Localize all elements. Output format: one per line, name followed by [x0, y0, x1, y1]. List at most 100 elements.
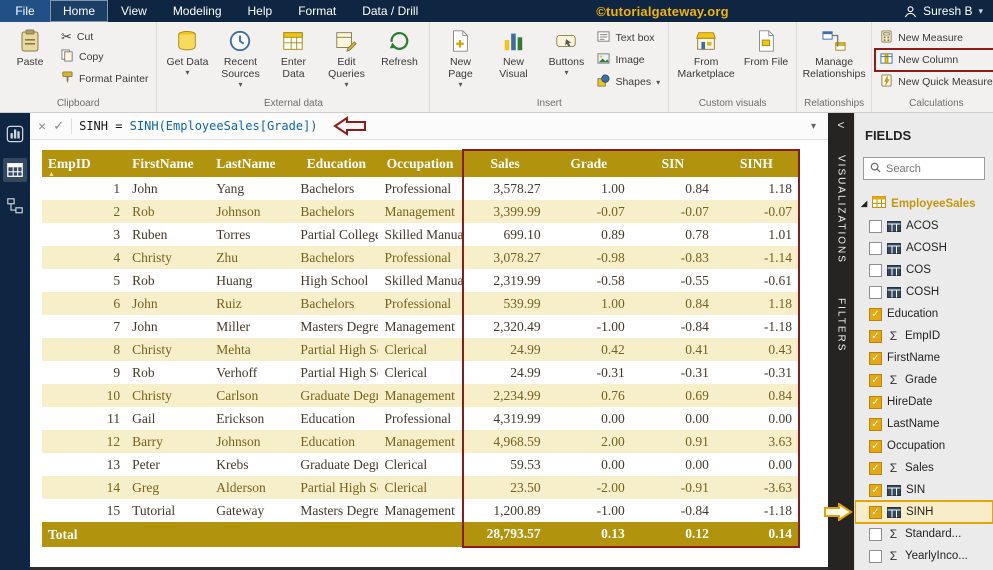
field-item-cos[interactable]: COS: [855, 259, 993, 281]
column-header-occupation[interactable]: Occupation: [378, 150, 463, 177]
report-view-button[interactable]: [3, 122, 27, 146]
from-file-button[interactable]: From File: [741, 25, 791, 69]
table-node-employeesales[interactable]: ◢ EmployeeSales: [855, 192, 993, 215]
column-header-sin[interactable]: SIN: [630, 149, 715, 177]
paste-button[interactable]: Paste: [5, 25, 55, 69]
field-item-acosh[interactable]: ACOSH: [855, 237, 993, 259]
shapes-button[interactable]: Shapes ▾: [594, 73, 663, 91]
cancel-formula-icon[interactable]: ×: [38, 118, 46, 134]
dax-formula-input[interactable]: SINH = SINH(EmployeeSales[Grade]): [79, 119, 317, 133]
field-item-firstname[interactable]: ✓ FirstName: [855, 347, 993, 369]
visualizations-panel-tab[interactable]: VISUALIZATIONS: [836, 155, 847, 264]
field-checkbox[interactable]: ✓: [869, 417, 882, 431]
field-checkbox[interactable]: [869, 241, 882, 255]
column-header-lastname[interactable]: LastName: [210, 150, 295, 177]
file-menu-button[interactable]: File: [0, 0, 50, 22]
expand-formula-bar-icon[interactable]: ▾: [811, 121, 820, 132]
field-checkbox[interactable]: ✓: [869, 395, 882, 409]
column-header-grade[interactable]: Grade: [546, 149, 631, 177]
column-header-sinh[interactable]: SINH: [714, 149, 801, 177]
edit-queries-button[interactable]: Edit Queries ▾: [321, 25, 371, 89]
field-item-lastname[interactable]: ✓ LastName: [855, 413, 993, 435]
table-row[interactable]: 15 Tutorial Gateway Masters Degree Managemen…: [42, 499, 801, 522]
field-item-standard[interactable]: Σ Standard...: [855, 523, 993, 545]
manage-relationships-button[interactable]: Manage Relationships: [802, 25, 866, 81]
field-item-education[interactable]: ✓ Education: [855, 303, 993, 325]
field-checkbox[interactable]: ✓: [869, 351, 882, 365]
field-item-sales[interactable]: ✓ Σ Sales: [855, 457, 993, 479]
field-checkbox[interactable]: [869, 527, 882, 541]
get-data-button[interactable]: Get Data ▾: [162, 25, 212, 77]
field-item-sin[interactable]: ✓ SIN: [855, 479, 993, 501]
from-marketplace-button[interactable]: From Marketplace: [674, 25, 738, 81]
field-checkbox[interactable]: [869, 263, 882, 277]
copy-button[interactable]: Copy: [58, 48, 151, 66]
recent-sources-button[interactable]: Recent Sources ▾: [215, 25, 265, 89]
user-account[interactable]: Suresh B ▾: [904, 4, 993, 18]
model-view-button[interactable]: [3, 194, 27, 218]
field-checkbox[interactable]: ✓: [869, 307, 882, 321]
table-row[interactable]: 13 Peter Krebs Graduate Degree Clerical 59.53…: [42, 453, 801, 476]
field-item-acos[interactable]: ACOS: [855, 215, 993, 237]
enter-data-button[interactable]: Enter Data: [268, 25, 318, 81]
menu-tab-modeling[interactable]: Modeling: [160, 0, 235, 22]
new-quick-measure-button[interactable]: New Quick Measure: [877, 73, 993, 91]
menu-tab-help[interactable]: Help: [235, 0, 286, 22]
table-row[interactable]: 6 John Ruiz Bachelors Professional 539.99 1.00…: [42, 292, 801, 315]
column-header-firstname[interactable]: FirstName: [126, 150, 211, 177]
column-header-empid[interactable]: EmpID ▲: [42, 150, 127, 178]
collapse-table-icon[interactable]: ◢: [861, 199, 867, 208]
format-painter-button[interactable]: Format Painter: [58, 70, 151, 88]
fields-search-box[interactable]: [863, 157, 985, 180]
table-row[interactable]: 4 Christy Zhu Bachelors Professional 3,078.27…: [42, 246, 801, 269]
data-view-button[interactable]: [3, 158, 27, 182]
search-input[interactable]: [886, 162, 978, 175]
table-row[interactable]: 5 Rob Huang High School Skilled Manual 2,319.…: [42, 269, 801, 292]
field-checkbox[interactable]: [869, 285, 882, 299]
table-row[interactable]: 8ChristyMehtaPartial High SchoolClerical…: [42, 338, 801, 361]
commit-formula-icon[interactable]: ✓: [53, 118, 64, 134]
field-checkbox[interactable]: [869, 219, 882, 233]
table-row[interactable]: 9 Rob Verhoff Partial High School Clerical 24…: [42, 361, 801, 384]
new-measure-button[interactable]: New Measure: [877, 29, 993, 47]
menu-tab-view[interactable]: View: [108, 0, 160, 22]
field-checkbox[interactable]: ✓: [869, 483, 882, 497]
field-item-cosh[interactable]: COSH: [855, 281, 993, 303]
field-item-sinh[interactable]: ✓ SINH: [855, 500, 993, 524]
field-item-empid[interactable]: ✓ Σ EmpID: [855, 325, 993, 347]
column-header-education[interactable]: Education: [294, 150, 379, 177]
collapse-fields-icon[interactable]: <: [828, 113, 854, 137]
chevron-down-icon[interactable]: ▾: [978, 6, 983, 17]
buttons-button[interactable]: Buttons ▾: [541, 25, 591, 77]
table-row[interactable]: 2 Rob Johnson Bachelors Management 3,399.99 -0…: [42, 200, 801, 223]
menu-tab-data-drill[interactable]: Data / Drill: [349, 0, 431, 22]
table-row[interactable]: 11 Gail Erickson Education Professional 4,319…: [42, 407, 801, 430]
table-row[interactable]: 14GregAldersonPartial High SchoolClerica…: [42, 476, 801, 499]
field-item-grade[interactable]: ✓ Σ Grade: [855, 369, 993, 391]
column-header-sales[interactable]: Sales: [461, 149, 547, 177]
refresh-button[interactable]: Refresh: [374, 25, 424, 69]
image-button[interactable]: Image: [594, 51, 663, 69]
field-checkbox[interactable]: ✓: [869, 373, 882, 387]
table-row[interactable]: 3 Ruben Torres Partial College Skilled Manua…: [42, 223, 801, 246]
table-row[interactable]: 7 John Miller Masters Degree Management 2,320…: [42, 315, 801, 338]
menu-tab-format[interactable]: Format: [285, 0, 349, 22]
field-checkbox[interactable]: [869, 549, 882, 563]
table-row[interactable]: 10ChristyCarlsonGraduate DegreeManagemen…: [42, 384, 801, 407]
field-item-yearlyinco[interactable]: Σ YearlyInco...: [855, 545, 993, 567]
field-item-hiredate[interactable]: ✓ HireDate: [855, 391, 993, 413]
text-box-button[interactable]: Text box: [594, 29, 663, 47]
table-row[interactable]: 1 John Yang Bachelors Professional 3,578.27 1.…: [42, 177, 801, 200]
new-page-button[interactable]: New Page ▾: [435, 25, 485, 89]
table-row[interactable]: 12 Barry Johnson Education Management 4,968.5…: [42, 430, 801, 453]
field-checkbox[interactable]: ✓: [869, 505, 882, 519]
cut-button[interactable]: ✂ Cut: [58, 29, 151, 44]
field-checkbox[interactable]: ✓: [869, 439, 882, 453]
new-visual-button[interactable]: New Visual: [488, 25, 538, 81]
field-checkbox[interactable]: ✓: [869, 329, 882, 343]
menu-tab-home[interactable]: Home: [50, 0, 109, 22]
new-column-button[interactable]: New Column: [874, 48, 993, 72]
field-item-occupation[interactable]: ✓ Occupation: [855, 435, 993, 457]
filters-panel-tab[interactable]: FILTERS: [836, 298, 847, 352]
field-checkbox[interactable]: ✓: [869, 461, 882, 475]
